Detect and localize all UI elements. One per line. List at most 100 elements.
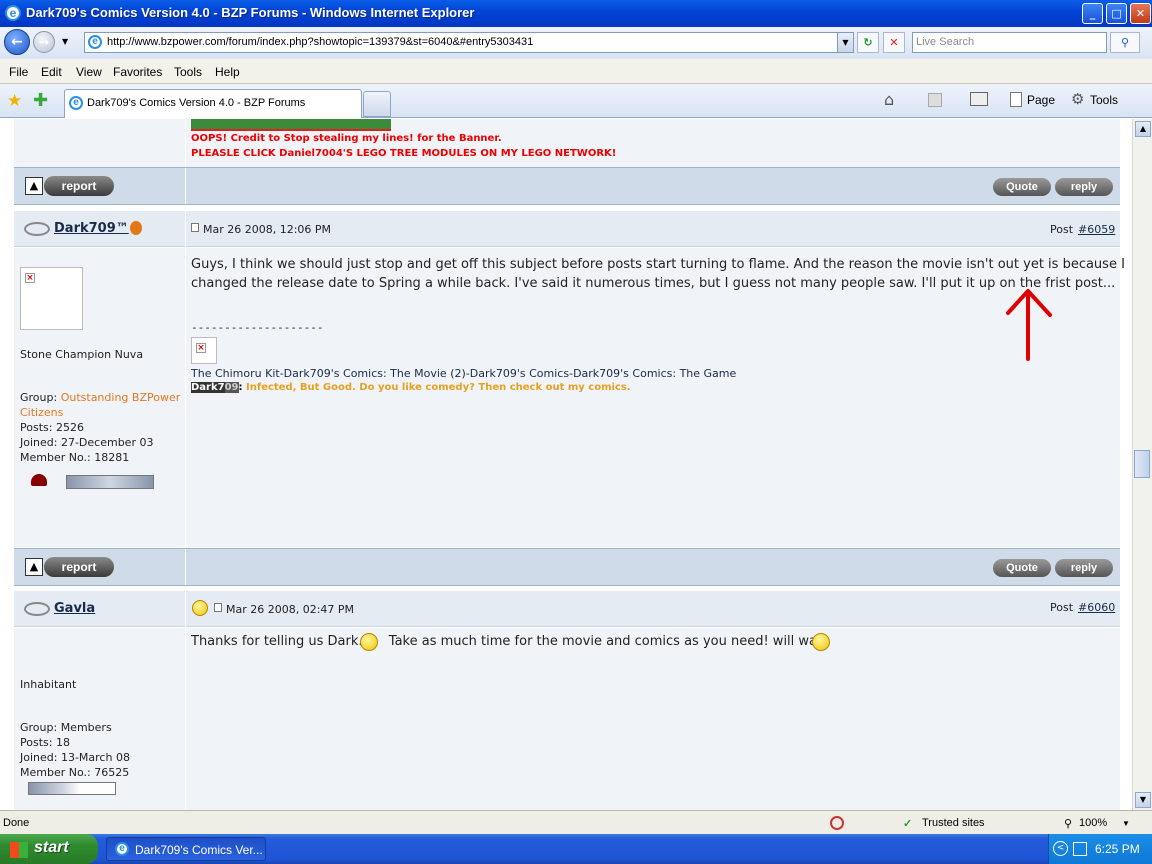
sig-link-movie[interactable]: Dark709's Comics: The Movie	[284, 367, 447, 380]
signature-colored-text: Infected, But Good. Do you like comedy? …	[246, 382, 631, 393]
print-icon[interactable]	[970, 92, 988, 106]
banner-image	[191, 119, 391, 131]
avatar: ×	[20, 267, 83, 330]
minimize-button[interactable]: _	[1082, 3, 1103, 24]
sig-link-comics[interactable]: Dark709's Comics	[470, 367, 569, 380]
start-button[interactable]: start	[0, 834, 98, 864]
tab-ie-icon: e	[69, 96, 83, 110]
menu-bar: File Edit View Favorites Tools Help	[0, 59, 1152, 84]
address-bar[interactable]: e http://www.bzpower.com/forum/index.php…	[84, 32, 854, 53]
taskbar-ie-icon: e	[115, 842, 129, 856]
start-label: start	[34, 839, 69, 856]
maximize-button[interactable]: □	[1106, 3, 1127, 24]
back-to-top-button[interactable]: ▲	[25, 558, 43, 576]
menu-file[interactable]: File	[9, 65, 28, 79]
scroll-up-icon[interactable]: ▲	[1135, 121, 1151, 137]
tools-gear-icon[interactable]: ⚙	[1071, 90, 1084, 108]
add-favorite-icon[interactable]: ✚	[33, 90, 48, 111]
signature-image: ×	[191, 337, 217, 364]
user-status-icon	[24, 602, 50, 616]
page-icon: e	[88, 35, 102, 49]
post-date: Mar 26 2008, 12:06 PM	[203, 223, 332, 236]
scrollbar-thumb[interactable]	[1134, 450, 1150, 478]
home-icon[interactable]: ⌂	[884, 90, 894, 109]
report-button[interactable]: report	[44, 557, 114, 577]
forward-button[interactable]: →	[33, 31, 55, 53]
address-dropdown-icon[interactable]: ▼	[837, 33, 853, 52]
page-icon[interactable]	[1010, 92, 1022, 107]
post-author-link[interactable]: Dark709™	[54, 221, 129, 236]
security-zone[interactable]: Trusted sites	[922, 817, 985, 829]
user-member-number: Member No.: 76525	[20, 766, 130, 779]
sig-link-game[interactable]: Dark709's Comics: The Game	[573, 367, 736, 380]
tab-active-label: Dark709's Comics Version 4.0 - BZP Forum…	[87, 97, 306, 109]
refresh-button[interactable]: ↻	[857, 32, 879, 53]
ie-logo-icon: e	[5, 5, 21, 21]
page-menu-label[interactable]: Page	[1027, 93, 1055, 107]
favorites-star-icon[interactable]: ★	[7, 91, 22, 111]
menu-favorites[interactable]: Favorites	[113, 65, 162, 79]
taskbar-item-ie[interactable]: e Dark709's Comics Ver...	[106, 837, 266, 861]
tools-menu-label[interactable]: Tools	[1090, 93, 1118, 107]
sig-link-movie-2[interactable]: 2	[455, 367, 462, 380]
window-title-bar[interactable]: e Dark709's Comics Version 4.0 - BZP For…	[0, 0, 1152, 27]
user-joined: Joined: 27-December 03	[20, 436, 154, 449]
post-body-column	[186, 628, 1120, 810]
page-content: OOPS! Credit to Stop stealing my lines! …	[0, 119, 1132, 810]
user-post-count: Posts: 2526	[20, 421, 84, 434]
user-rank: Inhabitant	[20, 678, 77, 691]
zoom-icon: ⚲	[1064, 818, 1073, 830]
quote-button[interactable]: Quote	[993, 178, 1051, 196]
menu-edit[interactable]: Edit	[41, 65, 62, 79]
history-dropdown-icon[interactable]: ▼	[62, 37, 68, 46]
window-title: Dark709's Comics Version 4.0 - BZP Forum…	[26, 5, 475, 20]
member-badge-icon	[130, 221, 142, 235]
sig-link-chimoru[interactable]: The Chimoru Kit	[191, 367, 280, 380]
scroll-down-icon[interactable]: ▼	[1135, 792, 1151, 808]
search-placeholder: Live Search	[916, 36, 975, 48]
user-group: Group: Members	[20, 721, 112, 734]
post-number-link[interactable]: #6060	[1078, 601, 1115, 614]
post-author-link[interactable]: Gavla	[54, 601, 95, 616]
broken-image-icon: ×	[196, 343, 206, 353]
tab-active[interactable]: e Dark709's Comics Version 4.0 - BZP For…	[64, 89, 362, 118]
signature-divider: --------------------	[191, 321, 324, 334]
tray-expand-icon[interactable]: <	[1053, 841, 1068, 856]
tray-network-icon[interactable]	[1073, 842, 1087, 856]
banner-request-text: PLEASLE CLICK Daniel7004'S LEGO TREE MOD…	[191, 148, 617, 159]
post-action-bar	[14, 167, 1120, 205]
zoom-level[interactable]: 100%	[1079, 817, 1107, 829]
menu-view[interactable]: View	[76, 65, 102, 79]
back-button[interactable]: ←	[4, 29, 30, 55]
stop-button[interactable]: ✕	[883, 32, 905, 53]
user-post-count: Posts: 18	[20, 736, 70, 749]
new-tab-button[interactable]	[363, 91, 391, 117]
post-action-bar	[14, 548, 1120, 586]
reply-button[interactable]: reply	[1055, 178, 1113, 196]
back-to-top-button[interactable]: ▲	[25, 177, 43, 195]
report-button[interactable]: report	[44, 176, 114, 196]
post-label: Post	[1050, 601, 1074, 614]
zoom-dropdown-icon[interactable]: ▼	[1122, 819, 1130, 828]
feeds-icon[interactable]	[928, 93, 942, 107]
reply-button[interactable]: reply	[1055, 559, 1113, 577]
post-number-link[interactable]: #6059	[1078, 223, 1115, 236]
privacy-icon[interactable]	[830, 816, 844, 830]
signature-tagline: Dark709: Infected, But Good. Do you like…	[191, 382, 631, 393]
post-body-text: Thanks for telling us Dark. Take as much…	[191, 634, 830, 649]
menu-tools[interactable]: Tools	[174, 65, 202, 79]
menu-help[interactable]: Help	[215, 65, 240, 79]
reputation-bar	[28, 782, 116, 795]
reputation-bar	[66, 475, 154, 489]
laughing-smiley-icon	[812, 633, 830, 651]
user-rank: Stone Champion Nuva	[20, 348, 144, 361]
user-group: Group: Outstanding BZPower	[20, 391, 181, 404]
close-button[interactable]: ✕	[1130, 3, 1151, 24]
windows-logo-icon	[10, 842, 28, 858]
quote-button[interactable]: Quote	[993, 559, 1051, 577]
search-input[interactable]: Live Search	[912, 32, 1107, 53]
post-smiley-icon	[192, 600, 208, 616]
search-button[interactable]: ⚲	[1110, 32, 1140, 53]
post-date: Mar 26 2008, 02:47 PM	[226, 603, 355, 616]
trusted-check-icon: ✓	[903, 818, 913, 830]
